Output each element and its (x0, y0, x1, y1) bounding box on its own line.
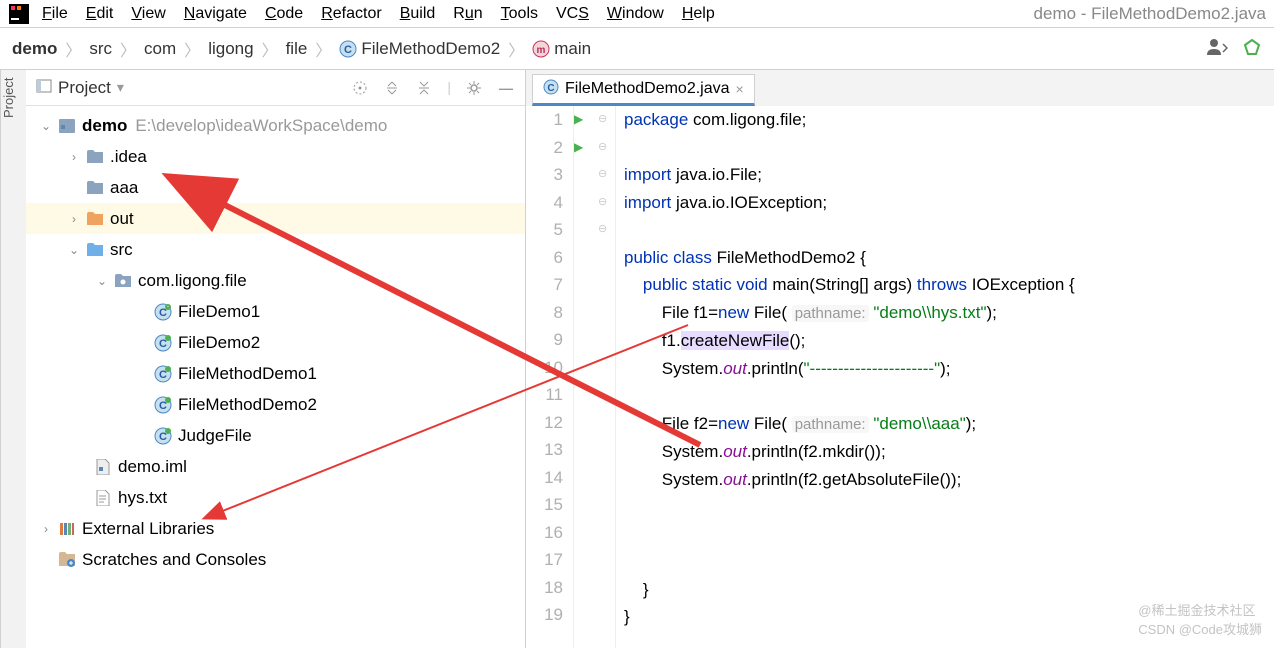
class-icon: C (152, 334, 174, 352)
tree-src[interactable]: ⌄ src (26, 234, 525, 265)
gear-icon[interactable] (465, 79, 483, 97)
crumb-main[interactable]: main (554, 39, 591, 59)
folder-icon (84, 181, 106, 194)
chevron-down-icon[interactable]: ⌄ (92, 274, 112, 288)
breadcrumb: demo 〉 src 〉 com 〉 ligong 〉 file 〉 C Fil… (0, 28, 1274, 70)
tree-root[interactable]: ⌄ demo E:\develop\ideaWorkSpace\demo (26, 110, 525, 141)
window-title: demo - FileMethodDemo2.java (1034, 4, 1266, 24)
menu-run[interactable]: Run (453, 5, 482, 23)
crumb-class[interactable]: FileMethodDemo2 (361, 39, 500, 59)
chevron-down-icon[interactable]: ⌄ (36, 119, 56, 133)
menu-file[interactable]: File (42, 5, 68, 23)
folder-src-icon (84, 243, 106, 256)
crumb-com[interactable]: com (144, 39, 176, 59)
package-icon (112, 274, 134, 287)
chevron-right-icon[interactable]: › (36, 522, 56, 536)
menu-edit[interactable]: Edit (86, 5, 114, 23)
dropdown-icon[interactable]: ▾ (117, 79, 124, 96)
collapse-all-icon[interactable] (415, 79, 433, 97)
menu-build[interactable]: Build (400, 5, 436, 23)
line-gutter: 12345678910111213141516171819 (526, 106, 574, 648)
text-file-icon (92, 490, 114, 506)
expand-all-icon[interactable] (383, 79, 401, 97)
tree-file-1[interactable]: C FileDemo2 (26, 327, 525, 358)
class-icon: C (152, 427, 174, 445)
tree-iml[interactable]: demo.iml (26, 451, 525, 482)
crumb-demo[interactable]: demo (12, 39, 57, 59)
chevron-down-icon[interactable]: ⌄ (64, 243, 84, 257)
menu-vcs[interactable]: VCS (556, 5, 589, 23)
fold-gutter[interactable]: ⊖⊖⊖⊖⊖ (598, 106, 616, 648)
class-icon: C (152, 365, 174, 383)
run-gutter[interactable]: ▶ ▶ (574, 106, 598, 648)
tree-file-0[interactable]: C FileDemo1 (26, 296, 525, 327)
editor-tab[interactable]: C FileMethodDemo2.java × (532, 74, 755, 106)
tree-package[interactable]: ⌄ com.ligong.file (26, 265, 525, 296)
class-icon: C (543, 79, 559, 100)
menu-tools[interactable]: Tools (501, 5, 538, 23)
chevron-right-icon[interactable]: › (64, 212, 84, 226)
svg-text:C: C (344, 44, 352, 56)
intellij-logo-icon (8, 3, 30, 25)
code-editor[interactable]: 12345678910111213141516171819 ▶ ▶ ⊖⊖⊖⊖⊖ … (526, 106, 1274, 648)
run-icon[interactable]: ▶ (574, 106, 598, 134)
project-tool-tab[interactable]: Project (0, 70, 26, 648)
project-view-icon (36, 79, 52, 96)
menu-window[interactable]: Window (607, 5, 664, 23)
run-icon[interactable]: ▶ (574, 134, 598, 162)
build-icon[interactable] (1242, 37, 1262, 60)
folder-icon (84, 150, 106, 163)
code-content[interactable]: package com.ligong.file; import java.io.… (616, 106, 1274, 648)
tree-file-4[interactable]: C JudgeFile (26, 420, 525, 451)
menu-code[interactable]: Code (265, 5, 303, 23)
watermark: @稀土掘金技术社区 CSDN @Code攻城狮 (1138, 600, 1262, 638)
tree-file-2[interactable]: C FileMethodDemo1 (26, 358, 525, 389)
locate-icon[interactable] (351, 79, 369, 97)
project-tree[interactable]: ⌄ demo E:\develop\ideaWorkSpace\demo › .… (26, 106, 525, 648)
svg-text:m: m (537, 45, 546, 56)
tree-file-3[interactable]: C FileMethodDemo2 (26, 389, 525, 420)
chevron-right-icon[interactable]: › (64, 150, 84, 164)
svg-text:C: C (547, 83, 554, 94)
scratches-icon (56, 552, 78, 568)
tree-scratches[interactable]: Scratches and Consoles (26, 544, 525, 575)
minimize-icon[interactable]: — (497, 79, 515, 97)
close-icon[interactable]: × (736, 81, 744, 97)
method-icon: m (532, 40, 550, 58)
file-icon (92, 459, 114, 475)
panel-title[interactable]: Project (58, 78, 111, 98)
crumb-ligong[interactable]: ligong (208, 39, 253, 59)
menu-navigate[interactable]: Navigate (184, 5, 247, 23)
tab-label: FileMethodDemo2.java (565, 80, 730, 98)
crumb-src[interactable]: src (89, 39, 112, 59)
crumb-file[interactable]: file (286, 39, 308, 59)
tree-idea[interactable]: › .idea (26, 141, 525, 172)
class-icon: C (152, 303, 174, 321)
menu-help[interactable]: Help (682, 5, 715, 23)
libraries-icon (56, 521, 78, 537)
class-icon: C (339, 40, 357, 58)
menu-refactor[interactable]: Refactor (321, 5, 381, 23)
tree-out[interactable]: › out (26, 203, 525, 234)
tree-external[interactable]: › External Libraries (26, 513, 525, 544)
folder-out-icon (84, 212, 106, 225)
user-icon[interactable] (1206, 37, 1228, 60)
tree-hys[interactable]: hys.txt (26, 482, 525, 513)
module-icon (56, 119, 78, 133)
menu-view[interactable]: View (131, 5, 165, 23)
tree-aaa[interactable]: aaa (26, 172, 525, 203)
class-icon: C (152, 396, 174, 414)
